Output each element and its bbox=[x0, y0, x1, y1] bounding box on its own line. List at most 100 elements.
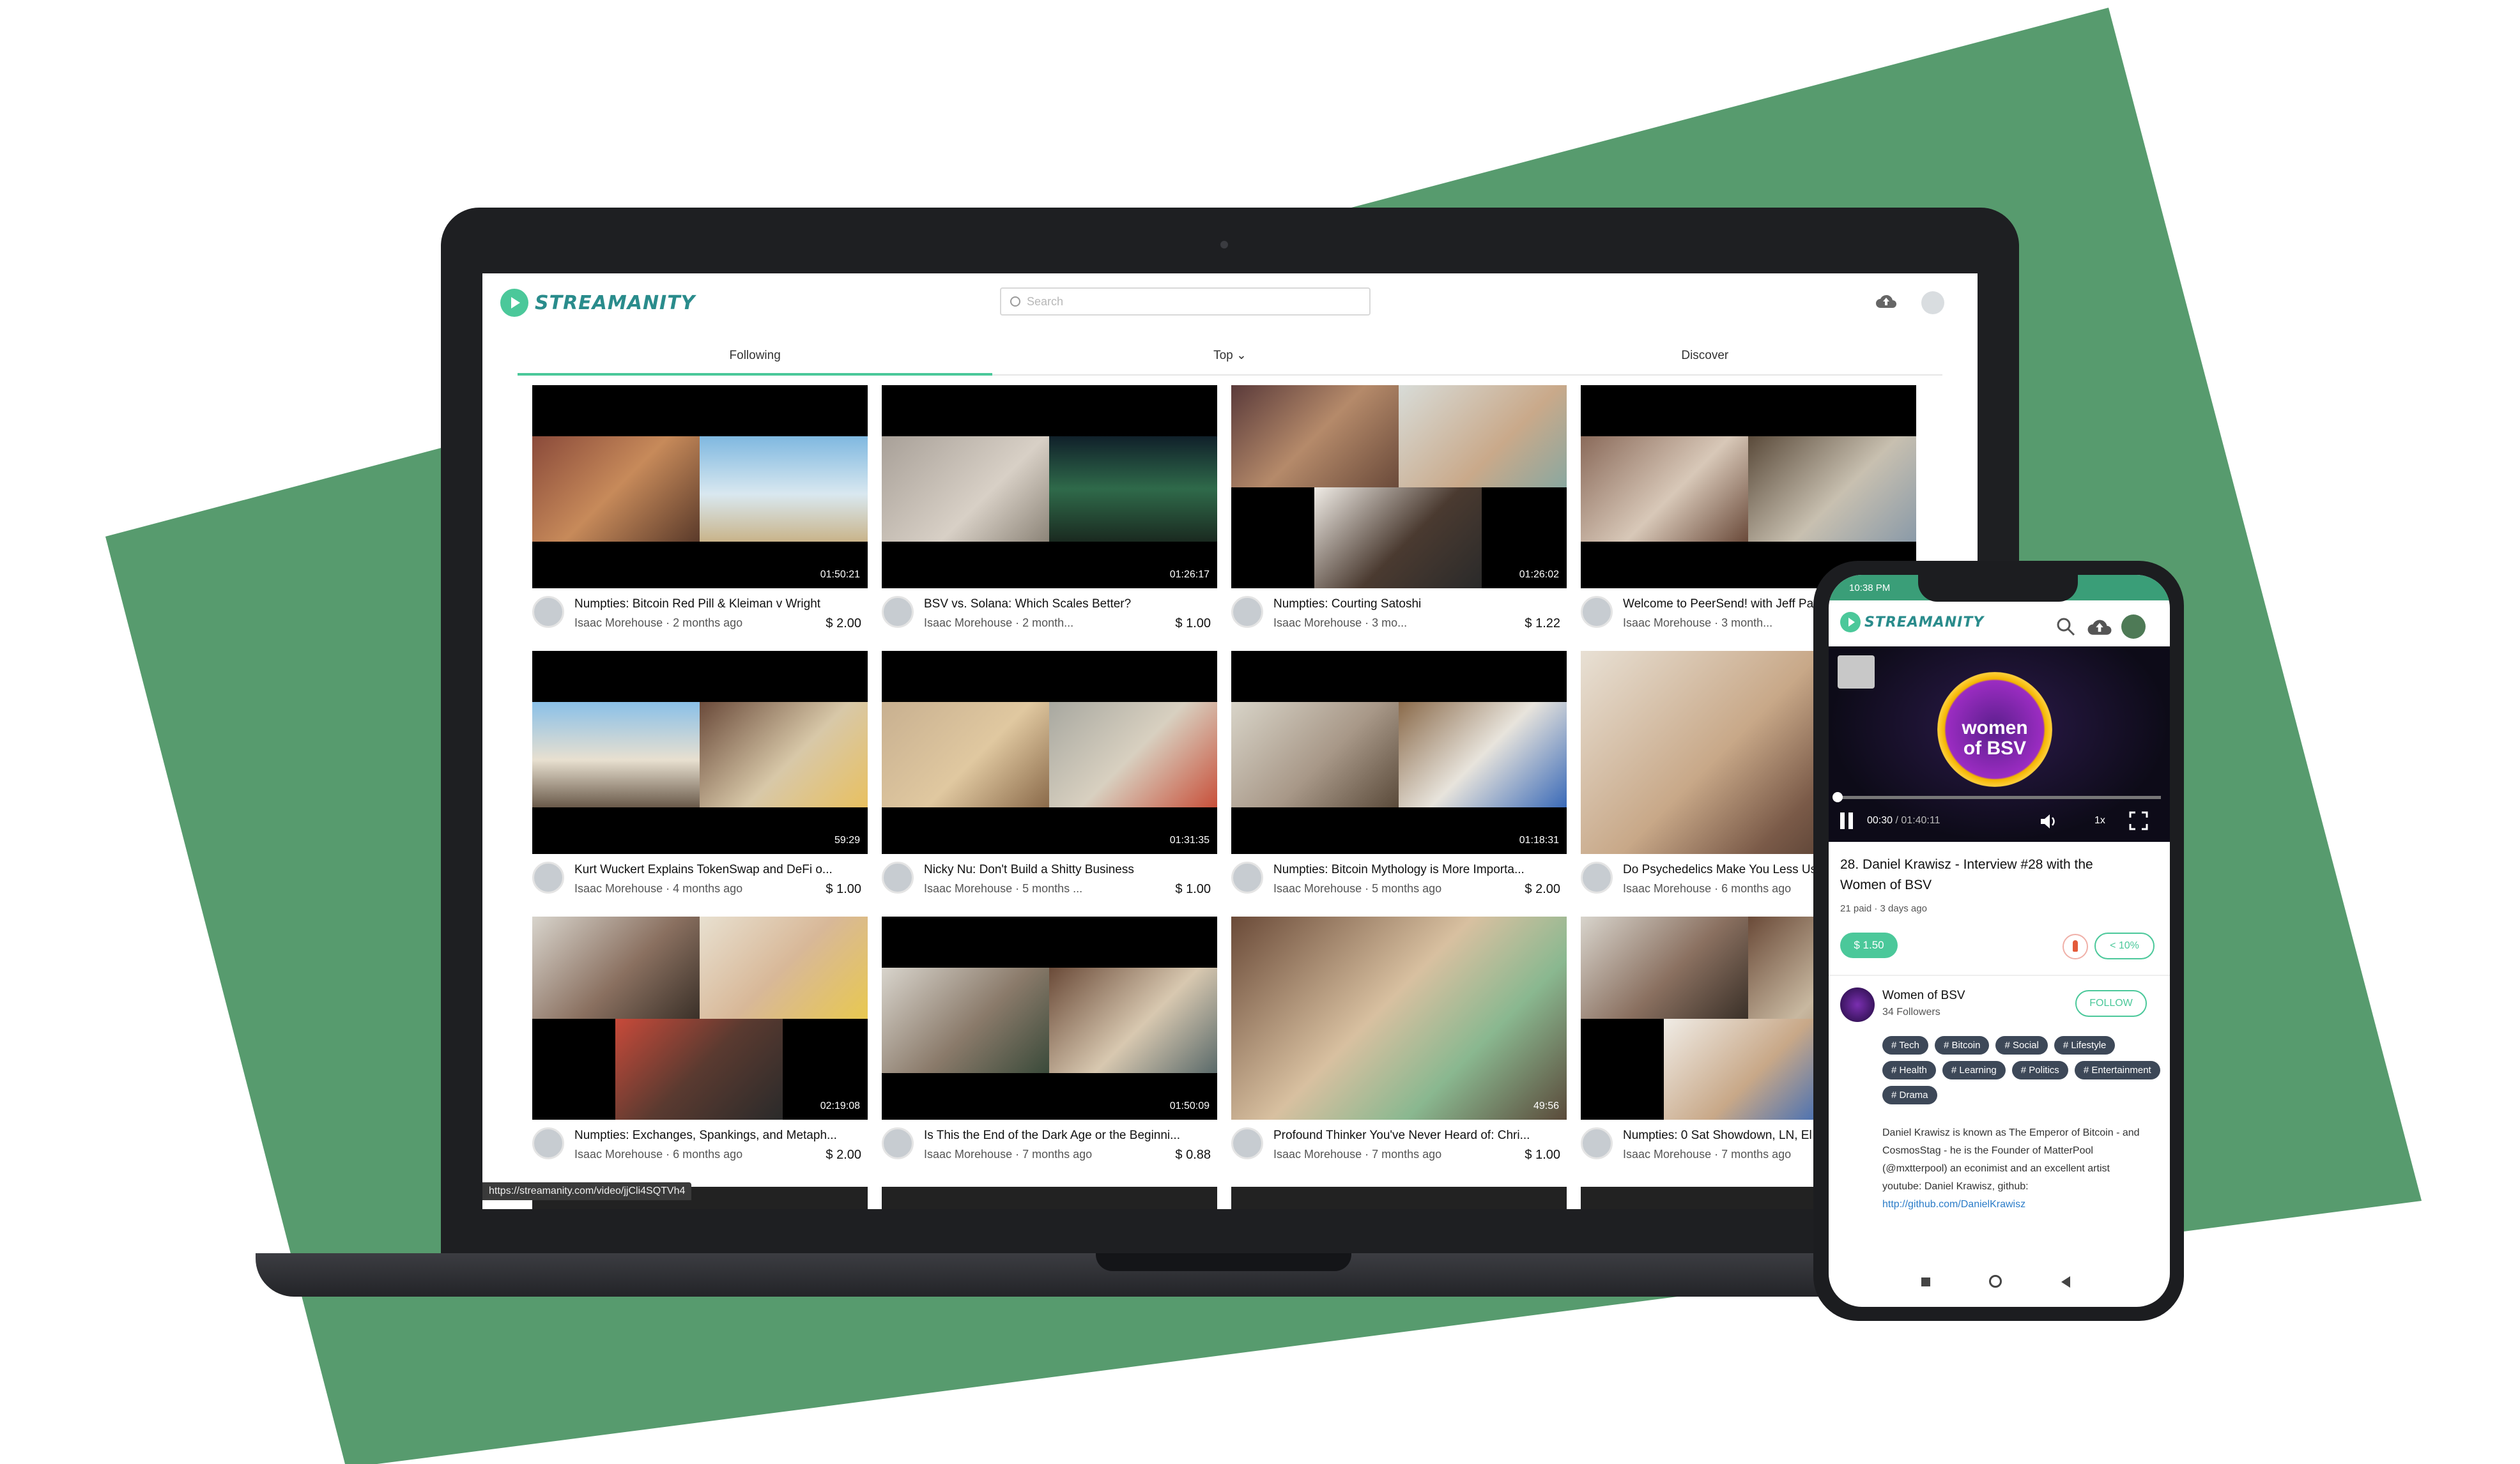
channel-avatar[interactable] bbox=[532, 1127, 564, 1159]
follow-button[interactable]: FOLLOW bbox=[2075, 990, 2147, 1017]
channel-avatar[interactable] bbox=[882, 862, 914, 894]
streamanity-logo[interactable]: STREAMANITY bbox=[500, 289, 695, 317]
video-thumbnail[interactable]: 01:31:35 bbox=[882, 651, 1217, 854]
video-card[interactable]: 01:18:31 Numpties: Bitcoin Mythology is … bbox=[1231, 651, 1567, 913]
video-title[interactable]: Nicky Nu: Don't Build a Shitty Business bbox=[924, 863, 1208, 877]
video-title[interactable]: BSV vs. Solana: Which Scales Better? bbox=[924, 597, 1208, 611]
tag-chip[interactable]: # Learning bbox=[1942, 1061, 2006, 1079]
channel-name[interactable]: Women of BSV bbox=[1882, 989, 1965, 1003]
video-card[interactable]: 01:26:02 Numpties: Courting Satoshi Isaa… bbox=[1231, 385, 1567, 647]
pay-button[interactable]: $ 1.50 bbox=[1840, 933, 1898, 958]
channel-avatar[interactable] bbox=[1581, 1127, 1613, 1159]
channel-bio: Daniel Krawisz is known as The Emperor o… bbox=[1882, 1124, 2157, 1214]
tag-chip[interactable]: # Lifestyle bbox=[2054, 1036, 2116, 1055]
video-card[interactable]: 01:50:09 Is This the End of the Dark Age… bbox=[882, 917, 1217, 1178]
video-duration: 01:50:09 bbox=[1169, 1101, 1210, 1111]
channel-avatar[interactable] bbox=[882, 596, 914, 628]
video-thumbnail[interactable]: 49:56 bbox=[1231, 917, 1567, 1120]
video-title[interactable]: Numpties: Bitcoin Mythology is More Impo… bbox=[1273, 863, 1558, 877]
channel-followers: 34 Followers bbox=[1882, 1007, 1940, 1018]
tag-chip[interactable]: # Drama bbox=[1882, 1086, 1937, 1104]
volume-icon[interactable] bbox=[2040, 812, 2059, 830]
tag-list: # Tech # Bitcoin # Social # Lifestyle # … bbox=[1882, 1036, 2163, 1104]
video-title[interactable]: Kurt Wuckert Explains TokenSwap and DeFi… bbox=[574, 863, 859, 877]
tag-chip[interactable]: # Tech bbox=[1882, 1036, 1928, 1055]
tag-chip[interactable]: # Entertainment bbox=[2074, 1061, 2160, 1079]
tab-top[interactable]: Top ⌄ bbox=[992, 337, 1467, 374]
video-thumbnail[interactable]: 01:18:31 bbox=[1231, 651, 1567, 854]
github-link[interactable]: http://github.com/DanielKrawisz bbox=[1882, 1196, 2157, 1214]
channel-avatar[interactable] bbox=[882, 1127, 914, 1159]
video-thumbnail[interactable]: 01:26:17 bbox=[882, 385, 1217, 588]
video-meta: 21 paid · 3 days ago bbox=[1840, 903, 1927, 914]
video-thumbnail[interactable]: 02:19:08 bbox=[532, 917, 868, 1120]
channel-avatar[interactable] bbox=[1581, 862, 1613, 894]
channel-avatar[interactable] bbox=[532, 862, 564, 894]
video-thumbnail[interactable] bbox=[1581, 385, 1916, 588]
back-icon[interactable] bbox=[2061, 1276, 2070, 1288]
video-title[interactable]: Numpties: Courting Satoshi bbox=[1273, 597, 1558, 611]
tab-discover[interactable]: Discover bbox=[1468, 337, 1942, 374]
video-card[interactable]: 02:19:08 Numpties: Exchanges, Spankings,… bbox=[532, 917, 868, 1178]
video-thumbnail[interactable]: 01:50:21 bbox=[532, 385, 868, 588]
video-title[interactable]: Is This the End of the Dark Age or the B… bbox=[924, 1129, 1208, 1143]
cloud-upload-icon[interactable] bbox=[1875, 293, 1897, 309]
video-card[interactable]: 01:26:17 BSV vs. Solana: Which Scales Be… bbox=[882, 385, 1217, 647]
video-player[interactable]: women of BSV 00:30 / 01:40:11 1x bbox=[1829, 646, 2170, 842]
video-thumbnail[interactable]: 01:50:09 bbox=[882, 917, 1217, 1120]
search-input[interactable]: Search bbox=[1000, 287, 1371, 316]
video-card[interactable]: 01:31:35 Nicky Nu: Don't Build a Shitty … bbox=[882, 651, 1217, 913]
video-title: 28. Daniel Krawisz - Interview #28 with … bbox=[1840, 857, 2093, 892]
channel-avatar[interactable] bbox=[1231, 862, 1263, 894]
video-subtitle: Isaac Morehouse · 6 months ago bbox=[574, 1148, 743, 1161]
mobile-screen: 10:38 PM STREAMANITY women of BSV 00:30 … bbox=[1829, 575, 2170, 1307]
tab-following[interactable]: Following bbox=[518, 337, 993, 376]
channel-avatar[interactable] bbox=[1581, 596, 1613, 628]
video-subtitle: Isaac Morehouse · 2 months ago bbox=[574, 616, 743, 629]
pin-icon[interactable] bbox=[2063, 934, 2088, 959]
video-title[interactable]: Numpties: Bitcoin Red Pill & Kleiman v W… bbox=[574, 597, 859, 611]
player-controls: 00:30 / 01:40:11 1x bbox=[1829, 806, 2170, 838]
video-duration: 01:26:17 bbox=[1169, 569, 1210, 580]
video-thumbnail[interactable]: 01:26:02 bbox=[1231, 385, 1567, 588]
video-subtitle: Isaac Morehouse · 2 month... bbox=[924, 616, 1074, 629]
playback-speed[interactable]: 1x bbox=[2094, 815, 2105, 827]
channel-avatar[interactable] bbox=[1231, 1127, 1263, 1159]
share-button[interactable]: < 10% bbox=[2094, 933, 2155, 959]
tag-chip[interactable]: # Social bbox=[1995, 1036, 2048, 1055]
home-icon[interactable] bbox=[1989, 1275, 2002, 1288]
logo-text: STREAMANITY bbox=[535, 291, 696, 314]
channel-avatar[interactable] bbox=[1231, 596, 1263, 628]
video-subtitle: Isaac Morehouse · 4 months ago bbox=[574, 882, 743, 895]
video-card-partial bbox=[1231, 1187, 1567, 1209]
progress-bar[interactable] bbox=[1838, 796, 2161, 799]
video-price: $ 1.00 bbox=[1525, 1148, 1560, 1162]
tag-chip[interactable]: # Politics bbox=[2011, 1061, 2068, 1079]
cast-icon[interactable] bbox=[1838, 655, 1875, 689]
phone-notch bbox=[1918, 575, 2078, 602]
channel-avatar[interactable] bbox=[1840, 987, 1875, 1022]
streamanity-logo[interactable]: STREAMANITY bbox=[1840, 612, 1984, 632]
video-duration: 01:31:35 bbox=[1169, 835, 1210, 846]
user-avatar[interactable] bbox=[2121, 614, 2146, 639]
cloud-upload-icon[interactable] bbox=[2087, 617, 2112, 636]
video-card[interactable]: 49:56 Profound Thinker You've Never Hear… bbox=[1231, 917, 1567, 1178]
progress-handle[interactable] bbox=[1832, 792, 1843, 802]
channel-avatar[interactable] bbox=[532, 596, 564, 628]
video-price: $ 1.00 bbox=[826, 882, 861, 896]
user-avatar[interactable] bbox=[1921, 291, 1944, 314]
search-icon[interactable] bbox=[2056, 617, 2075, 636]
tag-chip[interactable]: # Bitcoin bbox=[1934, 1036, 1990, 1055]
fullscreen-icon[interactable] bbox=[2129, 811, 2148, 830]
video-thumbnail[interactable]: 59:29 bbox=[532, 651, 868, 854]
video-price: $ 2.00 bbox=[1525, 882, 1560, 896]
pause-icon[interactable] bbox=[1840, 812, 1854, 829]
video-duration: 01:26:02 bbox=[1519, 569, 1559, 580]
video-title[interactable]: Numpties: Exchanges, Spankings, and Meta… bbox=[574, 1129, 859, 1143]
video-card[interactable]: 01:50:21 Numpties: Bitcoin Red Pill & Kl… bbox=[532, 385, 868, 647]
video-card[interactable]: 59:29 Kurt Wuckert Explains TokenSwap an… bbox=[532, 651, 868, 913]
recents-icon[interactable] bbox=[1921, 1277, 1930, 1286]
tag-chip[interactable]: # Health bbox=[1882, 1061, 1936, 1079]
video-title[interactable]: Profound Thinker You've Never Heard of: … bbox=[1273, 1129, 1558, 1143]
video-price: $ 1.22 bbox=[1525, 616, 1560, 630]
